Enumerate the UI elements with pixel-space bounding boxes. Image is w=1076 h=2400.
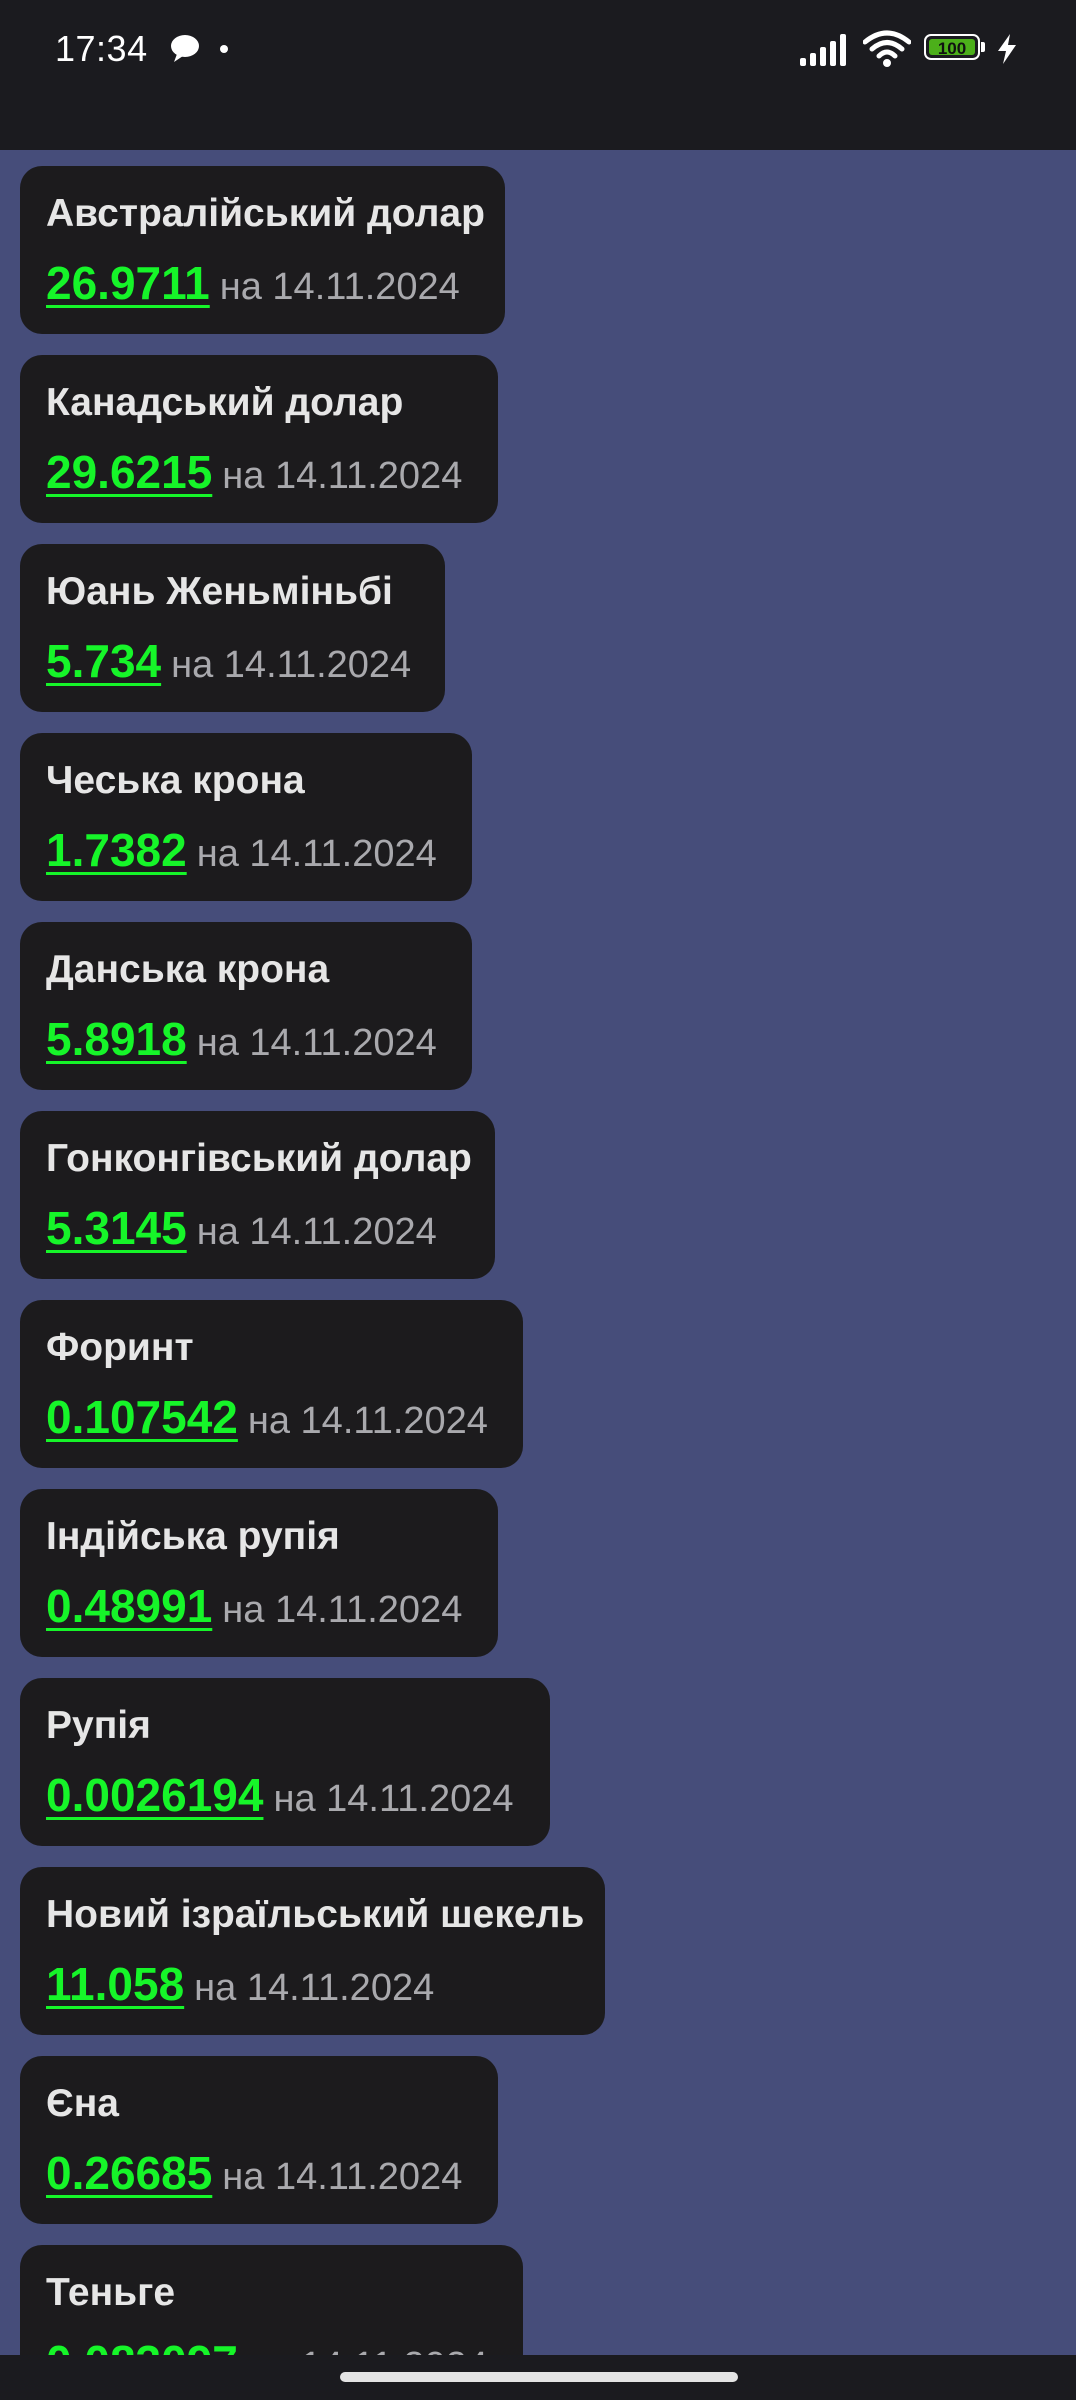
currency-rate-link[interactable]: 5.8918 <box>46 1013 187 1065</box>
currency-card[interactable]: Гонконгівський долар 5.3145 на 14.11.2024 <box>20 1111 495 1279</box>
currency-name: Рупія <box>46 1704 151 1747</box>
currency-card[interactable]: Теньге 0.083097 на 14.11.2024 <box>20 2245 523 2355</box>
currency-name: Гонконгівський долар <box>46 1137 472 1180</box>
currency-name: Чеська крона <box>46 759 305 802</box>
currency-card[interactable]: Чеська крона 1.7382 на 14.11.2024 <box>20 733 472 901</box>
currency-card[interactable]: Форинт 0.107542 на 14.11.2024 <box>20 1300 523 1468</box>
currency-card[interactable]: Новий ізраїльський шекель 11.058 на 14.11… <box>20 1867 605 2035</box>
currency-rate-link[interactable]: 0.083097 <box>46 2336 238 2355</box>
signal-icon <box>800 34 846 66</box>
currency-date: на 14.11.2024 <box>194 1967 435 2009</box>
currency-card[interactable]: Єна 0.26685 на 14.11.2024 <box>20 2056 498 2224</box>
currency-rate-link[interactable]: 1.7382 <box>46 824 187 876</box>
currency-date: на 14.11.2024 <box>171 644 412 686</box>
currency-card[interactable]: Індійська рупія 0.48991 на 14.11.2024 <box>20 1489 498 1657</box>
currency-rate-link[interactable]: 0.107542 <box>46 1391 238 1443</box>
currency-date: на 14.11.2024 <box>273 1778 514 1820</box>
currency-card[interactable]: Рупія 0.0026194 на 14.11.2024 <box>20 1678 550 1846</box>
currency-name: Теньге <box>46 2271 176 2314</box>
currency-rate-link[interactable]: 26.9711 <box>46 257 210 309</box>
currency-date: на 14.11.2024 <box>222 2156 463 2198</box>
currency-name: Данська крона <box>46 948 330 991</box>
currency-name: Канадський долар <box>46 381 404 424</box>
currency-date: на 14.11.2024 <box>219 266 460 308</box>
currency-card[interactable]: Австралійський долар 26.9711 на 14.11.202… <box>20 166 505 334</box>
currency-list[interactable]: Австралійський долар 26.9711 на 14.11.202… <box>0 150 1076 2355</box>
status-bar: 17:34 100 <box>0 0 1076 150</box>
currency-name: Форинт <box>46 1326 194 1369</box>
currency-card[interactable]: Канадський долар 29.6215 на 14.11.2024 <box>20 355 498 523</box>
currency-name: Індійська рупія <box>46 1515 340 1558</box>
battery-level: 100 <box>937 39 967 58</box>
currency-card[interactable]: Юань Женьміньбі 5.734 на 14.11.2024 <box>20 544 445 712</box>
status-time: 17:34 <box>55 28 148 69</box>
currency-rate-link[interactable]: 29.6215 <box>46 446 212 498</box>
currency-name: Юань Женьміньбі <box>46 570 393 613</box>
chat-bubble-icon <box>171 35 199 62</box>
home-gesture-handle[interactable] <box>340 2372 738 2382</box>
currency-rate-link[interactable]: 0.48991 <box>46 1580 212 1632</box>
currency-rate-link[interactable]: 5.734 <box>46 635 161 687</box>
wifi-icon <box>863 30 911 67</box>
currency-date: на 14.11.2024 <box>196 1022 437 1064</box>
charging-bolt-icon <box>998 34 1016 64</box>
currency-date: на 14.11.2024 <box>196 833 437 875</box>
currency-name: Єна <box>46 2082 119 2125</box>
currency-date: на 14.11.2024 <box>196 1211 437 1253</box>
currency-rate-link[interactable]: 5.3145 <box>46 1202 187 1254</box>
battery-icon: 100 <box>924 34 986 64</box>
notification-dot-icon <box>220 45 228 53</box>
currency-card[interactable]: Данська крона 5.8918 на 14.11.2024 <box>20 922 472 1090</box>
currency-name: Австралійський долар <box>46 192 485 235</box>
currency-date: на 14.11.2024 <box>247 1400 488 1442</box>
currency-name: Новий ізраїльський шекель <box>46 1893 585 1936</box>
currency-rate-link[interactable]: 11.058 <box>46 1958 184 2010</box>
currency-date: на 14.11.2024 <box>222 455 463 497</box>
currency-date: на 14.11.2024 <box>222 1589 463 1631</box>
currency-date: на 14.11.2024 <box>248 2345 488 2355</box>
gesture-nav-bar <box>0 2355 1076 2400</box>
currency-rate-link[interactable]: 0.0026194 <box>46 1769 263 1821</box>
currency-rate-link[interactable]: 0.26685 <box>46 2147 212 2199</box>
